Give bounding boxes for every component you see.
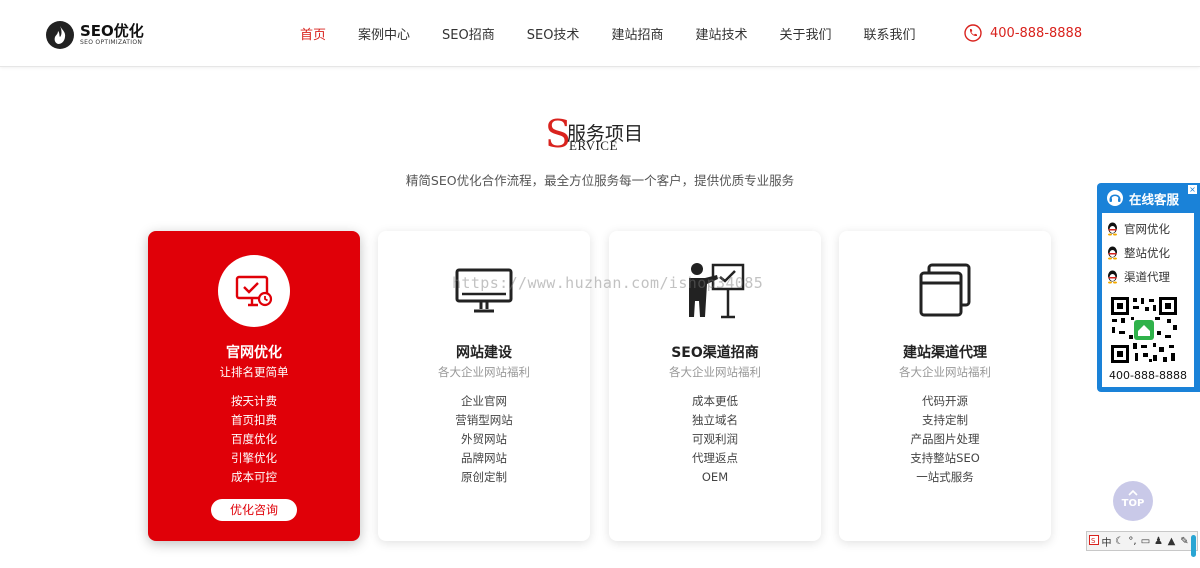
online-service-header: 在线客服 — [1097, 183, 1200, 213]
list-item: 成本更低 — [692, 394, 738, 408]
main-nav: 首页 案例中心 SEO招商 SEO技术 建站招商 建站技术 关于我们 联系我们 — [300, 0, 948, 66]
card-feature-list: 企业官网 营销型网站 外贸网站 品牌网站 原创定制 — [378, 392, 590, 487]
nav-seo-franchise[interactable]: SEO招商 — [442, 24, 495, 43]
ime-tool-icon[interactable]: ✎ — [1178, 536, 1191, 547]
ime-punct-icon[interactable]: °, — [1126, 536, 1139, 547]
list-item: 成本可控 — [231, 470, 277, 484]
card-title: 网站建设 — [456, 345, 512, 361]
list-item: 独立域名 — [692, 413, 738, 427]
list-item: 营销型网站 — [455, 413, 513, 427]
ime-keyboard-icon[interactable]: ▭ — [1139, 536, 1152, 547]
consult-button[interactable]: 优化咨询 — [211, 499, 297, 521]
list-item: 按天计费 — [231, 394, 277, 408]
card-feature-list: 成本更低 独立域名 可观利润 代理返点 OEM — [609, 392, 821, 487]
card-title: 建站渠道代理 — [903, 345, 987, 361]
list-item: OEM — [701, 470, 729, 484]
list-item: 支持定制 — [922, 413, 968, 427]
list-item: 首页扣费 — [231, 413, 277, 427]
logo[interactable]: SEO优化 SEO OPTIMIZATION — [46, 20, 144, 50]
list-item: 百度优化 — [231, 432, 277, 446]
list-item: 支持整站SEO — [910, 451, 980, 465]
ime-chinese-mode[interactable]: 中 — [1100, 534, 1113, 549]
list-item: 产品图片处理 — [910, 432, 980, 446]
ime-shirt-icon[interactable]: ▲ — [1165, 536, 1178, 547]
nav-cases[interactable]: 案例中心 — [358, 24, 410, 43]
header-phone[interactable]: 400-888-8888 — [964, 24, 1082, 42]
card-tagline: 各大企业网站福利 — [899, 365, 991, 379]
logo-subtitle: SEO OPTIMIZATION — [80, 39, 143, 46]
list-item: 代理返点 — [692, 451, 738, 465]
service-card-site-optimization[interactable]: 官网优化 让排名更简单 按天计费 首页扣费 百度优化 引擎优化 成本可控 优化咨… — [148, 231, 360, 541]
back-to-top-button[interactable]: TOP — [1113, 481, 1153, 521]
list-item: 原创定制 — [461, 470, 507, 484]
logo-title: SEO优化 — [80, 22, 144, 40]
service-card-site-agency[interactable]: 建站渠道代理 各大企业网站福利 代码开源 支持定制 产品图片处理 支持整站SEO… — [839, 231, 1051, 541]
card-feature-list: 按天计费 首页扣费 百度优化 引擎优化 成本可控 — [148, 392, 360, 487]
service-phone: 400-888-8888 — [1109, 369, 1187, 382]
list-item: 企业官网 — [461, 394, 507, 408]
qq-link-channel-agent[interactable]: 渠道代理 — [1106, 269, 1170, 285]
card-tagline: 各大企业网站福利 — [438, 365, 530, 379]
nav-contact[interactable]: 联系我们 — [863, 24, 915, 43]
flame-logo-icon — [46, 21, 74, 49]
nav-about[interactable]: 关于我们 — [779, 24, 831, 43]
ime-logo-icon[interactable]: S — [1087, 534, 1100, 548]
service-item-label: 整站优化 — [1124, 246, 1170, 260]
scroll-handle[interactable] — [1191, 535, 1196, 557]
qq-penguin-icon — [1108, 270, 1117, 284]
watermark-text: https://www.huzhan.com/ishop34085 — [452, 274, 764, 292]
browser-windows-icon — [909, 255, 981, 327]
card-tagline: 让排名更简单 — [219, 365, 289, 379]
close-icon[interactable]: × — [1188, 185, 1197, 194]
section-subtitle: 精简SEO优化合作流程，最全方位服务每一个客户，提供优质专业服务 — [405, 173, 795, 188]
qr-code-icon — [1109, 295, 1179, 365]
qq-link-whole-site[interactable]: 整站优化 — [1106, 245, 1170, 261]
phone-icon — [964, 24, 982, 42]
nav-home[interactable]: 首页 — [300, 24, 326, 43]
ime-moon-icon[interactable]: ☾ — [1113, 536, 1126, 547]
card-title: SEO渠道招商 — [671, 345, 759, 361]
service-item-label: 官网优化 — [1124, 222, 1170, 236]
online-service-panel: 在线客服 × 官网优化 整站优化 渠道代理 400-888-8888 — [1097, 183, 1200, 392]
list-item: 引擎优化 — [231, 451, 277, 465]
svg-text:S: S — [1091, 537, 1096, 545]
header-phone-number: 400-888-8888 — [990, 25, 1083, 41]
site-header: SEO优化 SEO OPTIMIZATION 首页 案例中心 SEO招商 SEO… — [0, 0, 1200, 67]
nav-seo-tech[interactable]: SEO技术 — [527, 24, 580, 43]
nav-site-franchise[interactable]: 建站招商 — [611, 24, 663, 43]
chevron-up-icon — [1128, 489, 1138, 496]
card-feature-list: 代码开源 支持定制 产品图片处理 支持整站SEO 一站式服务 — [839, 392, 1051, 487]
qq-penguin-icon — [1108, 246, 1117, 260]
top-label: TOP — [1121, 498, 1145, 509]
list-item: 外贸网站 — [461, 432, 507, 446]
title-english: ERVICE — [569, 138, 618, 153]
qq-penguin-icon — [1108, 222, 1117, 236]
online-service-body: 官网优化 整站优化 渠道代理 400-888-8888 — [1102, 213, 1194, 387]
list-item: 品牌网站 — [461, 451, 507, 465]
nav-site-tech[interactable]: 建站技术 — [695, 24, 747, 43]
qq-link-site-optimization[interactable]: 官网优化 — [1106, 221, 1170, 237]
headset-icon — [1107, 190, 1123, 206]
list-item: 一站式服务 — [916, 470, 974, 484]
list-item: 可观利润 — [692, 432, 738, 446]
ime-user-icon[interactable]: ♟ — [1152, 536, 1165, 547]
card-title: 官网优化 — [226, 345, 282, 361]
card-tagline: 各大企业网站福利 — [669, 365, 761, 379]
monitor-check-icon — [218, 255, 290, 327]
ime-toolbar[interactable]: S 中 ☾ °, ▭ ♟ ▲ ✎ — [1086, 531, 1198, 551]
section-title: S 服务项目 ERVICE — [0, 114, 1200, 160]
list-item: 代码开源 — [922, 394, 968, 408]
online-service-title: 在线客服 — [1129, 191, 1180, 207]
service-item-label: 渠道代理 — [1124, 270, 1170, 284]
